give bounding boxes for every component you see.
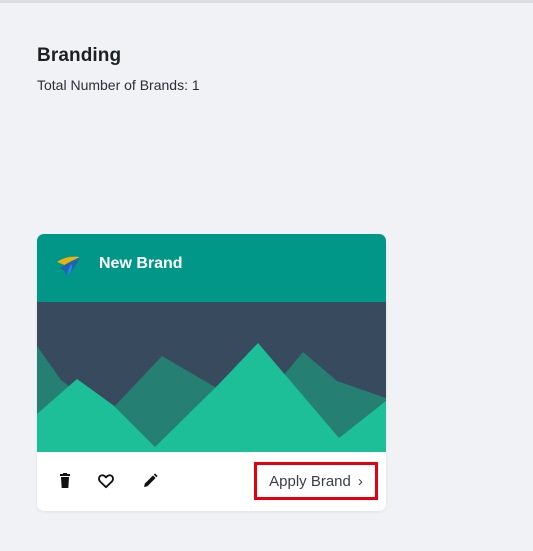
brand-card-header: New Brand [37,234,386,302]
mountains-illustration [37,343,386,452]
brand-preview-image [37,302,386,452]
brand-card: New Brand Apply Brand › [37,234,386,511]
heart-icon[interactable] [97,472,115,490]
branding-page: Branding Total Number of Brands: 1 New B… [0,0,533,551]
leaf-logo-icon [57,256,80,276]
edit-icon[interactable] [141,472,159,490]
page-title: Branding [37,45,122,66]
page-header: Branding Total Number of Brands: 1 [37,45,200,93]
apply-brand-label: Apply Brand [269,472,351,490]
chevron-right-icon: › [357,472,363,490]
top-divider [0,0,533,3]
brand-count: Total Number of Brands: 1 [37,77,200,93]
brand-card-footer: Apply Brand › [37,452,386,511]
apply-brand-button[interactable]: Apply Brand › [254,462,378,500]
delete-icon[interactable] [56,472,74,490]
brand-name: New Brand [99,255,183,272]
